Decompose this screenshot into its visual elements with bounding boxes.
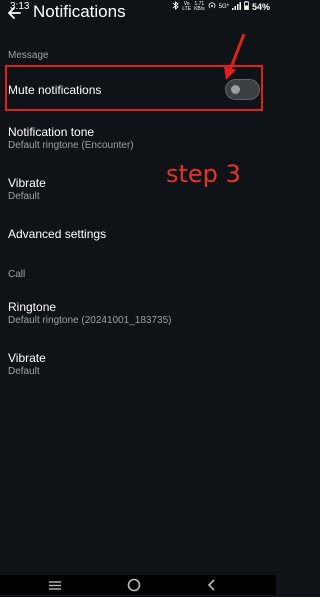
advanced-settings-title: Advanced settings bbox=[8, 227, 107, 241]
message-vibrate-value: Default bbox=[8, 191, 40, 202]
system-nav-bar bbox=[0, 575, 276, 595]
call-vibrate-value: Default bbox=[8, 366, 40, 377]
step-annotation-label: step 3 bbox=[166, 160, 241, 188]
notification-tone-row[interactable]: Notification tone Default ringtone (Enco… bbox=[0, 118, 276, 158]
advanced-settings-row[interactable]: Advanced settings bbox=[0, 218, 276, 250]
back-arrow-icon[interactable] bbox=[6, 5, 22, 21]
page-title: Notifications bbox=[33, 2, 126, 21]
call-vibrate-row[interactable]: Vibrate Default bbox=[0, 344, 276, 384]
back-nav-icon[interactable] bbox=[206, 578, 216, 597]
section-label-message: Message bbox=[8, 50, 49, 61]
call-vibrate-title: Vibrate bbox=[8, 351, 46, 365]
notification-tone-title: Notification tone bbox=[8, 125, 95, 139]
ringtone-title: Ringtone bbox=[8, 300, 57, 314]
section-label-call: Call bbox=[8, 269, 26, 280]
ringtone-row[interactable]: Ringtone Default ringtone (20241001_1837… bbox=[0, 293, 276, 333]
notification-tone-value: Default ringtone (Encounter) bbox=[8, 140, 134, 151]
recent-apps-icon[interactable] bbox=[48, 578, 62, 596]
ringtone-value: Default ringtone (20241001_183735) bbox=[8, 315, 172, 326]
annotation-arrow-icon bbox=[224, 33, 246, 80]
message-vibrate-title: Vibrate bbox=[8, 176, 46, 190]
app-header: Notifications bbox=[0, 0, 276, 32]
home-icon[interactable] bbox=[127, 578, 141, 597]
